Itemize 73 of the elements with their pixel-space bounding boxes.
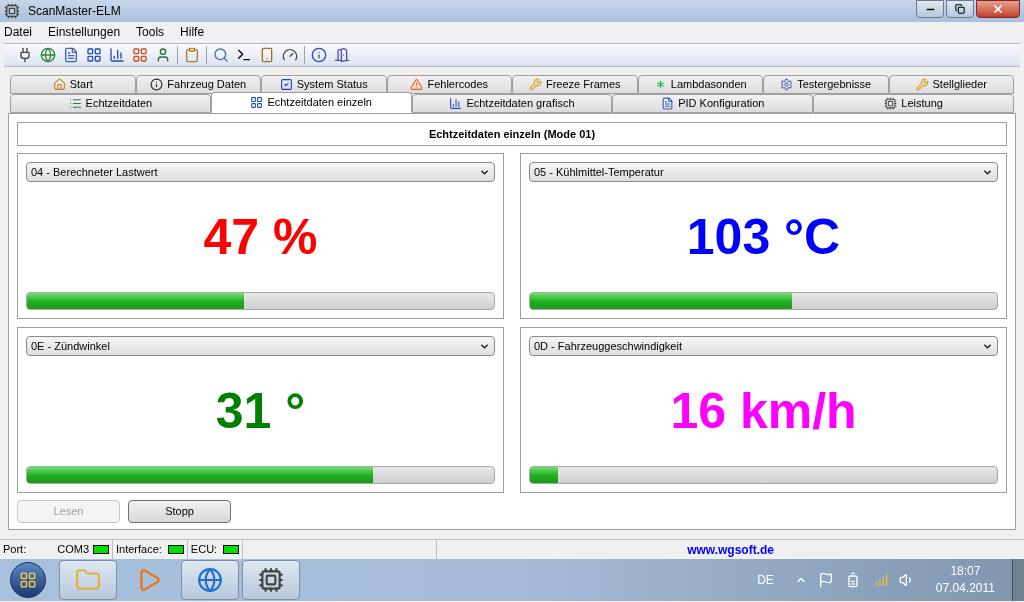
- search-icon: [213, 47, 229, 63]
- gauge-icon: [282, 47, 298, 63]
- tab[interactable]: Fahrzeug Daten: [135, 75, 261, 94]
- checkbox-icon: [279, 78, 293, 91]
- tab[interactable]: Echtzeitdaten einzeln: [210, 92, 412, 113]
- flag-icon[interactable]: [817, 572, 834, 588]
- tab[interactable]: Freeze Frames: [512, 75, 638, 94]
- gear-icon: [780, 78, 794, 91]
- taskbar-button[interactable]: [242, 560, 300, 600]
- document-icon: [63, 47, 79, 63]
- list-icon: [68, 97, 82, 110]
- windows-logo-icon: [19, 571, 37, 589]
- chart-icon: [109, 47, 125, 63]
- action-button[interactable]: Stopp: [128, 500, 231, 523]
- toolbar-button[interactable]: [333, 46, 351, 64]
- gauge-value: 16 km/h: [670, 386, 857, 436]
- start-button[interactable]: [10, 562, 46, 598]
- device-icon: [259, 47, 275, 63]
- restore-icon: [955, 4, 965, 14]
- person-icon: [155, 47, 171, 63]
- tab[interactable]: Lambdasonden: [637, 75, 763, 94]
- close-button[interactable]: [976, 0, 1020, 18]
- tab[interactable]: Fehlercodes: [386, 75, 512, 94]
- folder-icon: [75, 567, 101, 593]
- tiles-icon: [132, 47, 148, 63]
- gauge-value: 47 %: [203, 212, 318, 262]
- tab[interactable]: Echtzeitdaten: [10, 94, 211, 113]
- browser-icon: [197, 567, 223, 593]
- warning-icon: [410, 78, 424, 91]
- home-icon: [52, 78, 66, 91]
- chip-icon: [258, 567, 284, 593]
- chart-icon: [449, 97, 463, 110]
- toolbar-button[interactable]: [310, 46, 328, 64]
- pid-dropdown[interactable]: 0E - Zündwinkel: [26, 336, 495, 356]
- window-title: ScanMaster-ELM: [28, 3, 122, 20]
- taskbar-button[interactable]: [181, 560, 239, 600]
- app-icon: [4, 3, 20, 19]
- document-icon: [661, 97, 675, 110]
- chip-icon: [884, 97, 898, 110]
- website-link[interactable]: www.wgsoft.de: [687, 540, 774, 559]
- close-icon: [992, 3, 1004, 15]
- pid-dropdown[interactable]: 04 - Berechneter Lastwert: [26, 162, 495, 182]
- tab[interactable]: Start: [10, 75, 136, 94]
- tab[interactable]: Testergebnisse: [763, 75, 889, 94]
- tab[interactable]: Echtzeitdaten grafisch: [411, 94, 613, 113]
- restore-button[interactable]: [946, 0, 974, 18]
- pid-dropdown[interactable]: 0D - Fahrzeuggeschwindigkeit: [529, 336, 998, 356]
- gauge-value: 103 °C: [686, 212, 841, 262]
- info-icon: [311, 47, 327, 63]
- clipboard-icon: [184, 47, 200, 63]
- status-label: Port:: [3, 542, 28, 558]
- menu-item[interactable]: Hilfe: [180, 23, 205, 41]
- menu-item[interactable]: Tools: [136, 23, 165, 41]
- toolbar-button[interactable]: [85, 46, 103, 64]
- tab[interactable]: PID Konfiguration: [612, 94, 814, 113]
- plug-icon: [17, 47, 33, 63]
- exit-icon: [334, 47, 350, 63]
- grid-icon: [250, 96, 264, 109]
- grid-icon: [86, 47, 102, 63]
- terminal-icon: [236, 47, 252, 63]
- toolbar-button[interactable]: [108, 46, 126, 64]
- menu-item[interactable]: Datei: [4, 23, 32, 41]
- menu-item[interactable]: Einstellungen: [48, 23, 121, 41]
- status-label: Interface:: [116, 542, 162, 558]
- panel-header: Echtzeitdaten einzeln (Mode 01): [17, 122, 1007, 146]
- tab[interactable]: Stellglieder: [888, 75, 1014, 94]
- globe-icon: [40, 47, 56, 63]
- gauge-value: 31 °: [215, 386, 306, 436]
- status-label: ECU:: [190, 542, 218, 558]
- pid-dropdown[interactable]: 05 - Kühlmittel-Temperatur: [529, 162, 998, 182]
- info-icon: [150, 78, 164, 91]
- tab[interactable]: Leistung: [813, 94, 1014, 113]
- port-value: COM3: [57, 542, 89, 558]
